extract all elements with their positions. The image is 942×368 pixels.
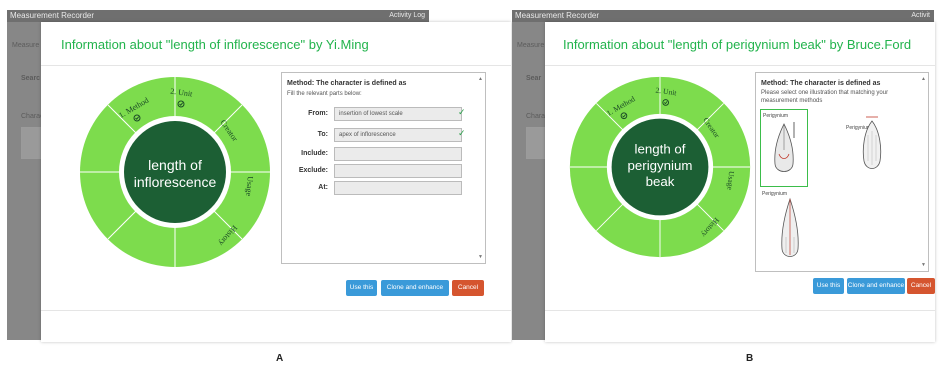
field-row-include: Include: — [282, 147, 478, 161]
method-panel-subtitle: Please select one illustration that matc… — [761, 90, 889, 104]
use-this-button[interactable]: Use this — [813, 278, 844, 294]
segment-usage[interactable]: Usage — [244, 176, 255, 197]
caption-b: B — [746, 353, 754, 364]
ghost-search-label: Sear — [526, 75, 542, 82]
method-panel: Method: The character is defined as Fill… — [281, 72, 486, 264]
app-header: Measurement Recorder Activity Log — [7, 10, 429, 22]
info-modal-a: Information about "length of inflorescen… — [41, 22, 511, 342]
perigynium-drawing-icon — [774, 122, 795, 172]
field-label: To: — [317, 131, 328, 138]
app-header: Measurement Recorder Activit — [512, 10, 934, 22]
app-title: Measurement Recorder — [10, 11, 95, 20]
divider — [545, 310, 935, 311]
info-modal-b: Information about "length of perigynium … — [545, 22, 935, 342]
divider — [41, 310, 511, 311]
center-label-line1: length of — [635, 142, 686, 157]
ghost-search-label: Searc — [21, 75, 41, 82]
field-row-to: To: apex of inflorescence ✓ — [282, 128, 478, 142]
checkmark-icon: ✓ — [458, 128, 466, 138]
clone-enhance-button[interactable]: Clone and enhance — [381, 280, 449, 296]
from-input[interactable]: insertion of lowest scale — [334, 107, 462, 121]
illustration-option-2[interactable]: Perigynium — [844, 109, 890, 185]
center-label-line2: perigynium — [628, 158, 693, 173]
field-label: Include: — [301, 150, 328, 157]
modal-title: Information about "length of inflorescen… — [61, 37, 369, 52]
method-panel-subtitle: Fill the relevant parts below: — [287, 91, 362, 97]
field-label: At: — [318, 184, 328, 191]
center-label-line3: beak — [646, 174, 675, 189]
character-wheel: length of perigynium beak 1. Method 2. U… — [569, 76, 751, 258]
scroll-down-icon[interactable]: ▼ — [478, 254, 483, 260]
activity-log-link[interactable]: Activity Log — [389, 10, 425, 22]
exclude-input[interactable] — [334, 164, 462, 178]
divider — [41, 65, 511, 66]
to-input[interactable]: apex of inflorescence — [334, 128, 462, 142]
field-label: Exclude: — [298, 167, 328, 174]
center-label-line2: inflorescence — [134, 174, 217, 190]
perigynium-drawing-icon — [781, 197, 799, 257]
clone-enhance-button[interactable]: Clone and enhance — [847, 278, 905, 294]
field-row-at: At: — [282, 181, 478, 195]
cancel-button[interactable]: Cancel — [907, 278, 935, 294]
illustration-option-3[interactable]: Perigynium — [760, 189, 816, 267]
perigynium-drawing-icon — [862, 116, 882, 169]
modal-title: Information about "length of perigynium … — [563, 37, 912, 52]
method-panel-title: Method: The character is defined as — [287, 80, 407, 87]
checkmark-icon: ✓ — [458, 107, 466, 117]
cancel-button[interactable]: Cancel — [452, 280, 484, 296]
character-wheel: length of inflorescence 1. Method 2. Uni… — [80, 77, 270, 267]
caption-a: A — [276, 353, 284, 364]
method-panel-title: Method: The character is defined as — [761, 80, 881, 87]
center-label-line1: length of — [148, 157, 202, 173]
ghost-box — [526, 127, 546, 159]
include-input[interactable] — [334, 147, 462, 161]
field-label: From: — [308, 110, 328, 117]
scroll-up-icon[interactable]: ▲ — [478, 76, 483, 82]
divider — [545, 65, 935, 66]
method-panel: Method: The character is defined as Plea… — [755, 72, 929, 272]
scroll-up-icon[interactable]: ▲ — [921, 76, 926, 82]
ghost-tab-measure: Measure — [517, 42, 545, 49]
field-row-from: From: insertion of lowest scale ✓ — [282, 107, 478, 121]
field-row-exclude: Exclude: — [282, 164, 478, 178]
illustration-option-1[interactable]: Perigynium — [760, 109, 808, 187]
at-input[interactable] — [334, 181, 462, 195]
activity-log-link[interactable]: Activit — [911, 10, 930, 22]
app-title: Measurement Recorder — [515, 11, 600, 20]
segment-usage[interactable]: Usage — [725, 171, 736, 191]
illustration-label: Perigynium — [763, 113, 789, 119]
use-this-button[interactable]: Use this — [346, 280, 377, 296]
ghost-tab-measure: Measure — [12, 42, 40, 49]
scroll-down-icon[interactable]: ▼ — [921, 262, 926, 268]
